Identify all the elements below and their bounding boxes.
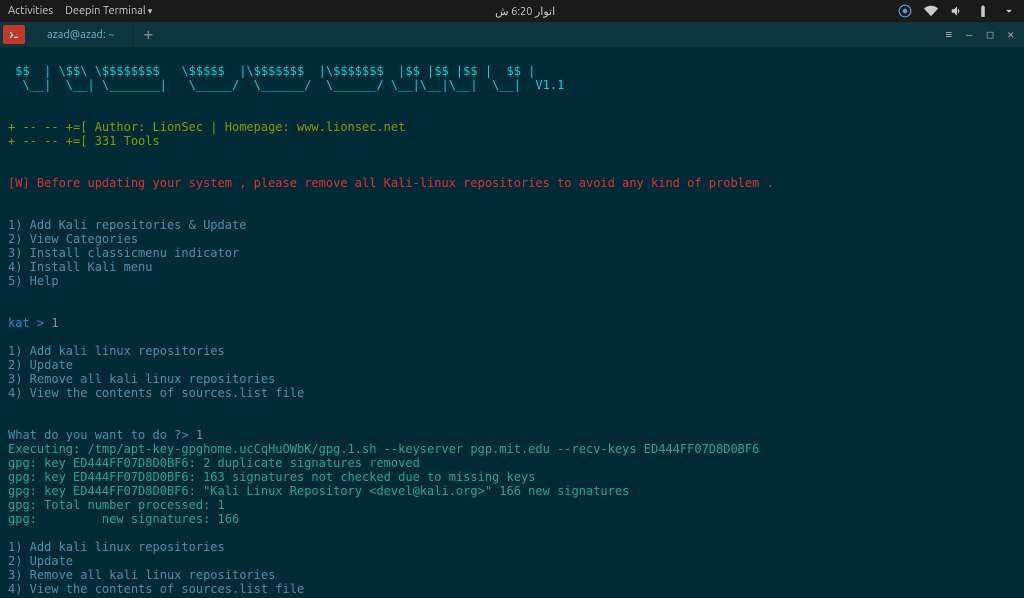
submenu-item: 3) Remove all kali linux repositories — [8, 568, 275, 582]
exec-line: Executing: /tmp/apt-key-gpghome.ucCqHuOW… — [8, 442, 759, 456]
terminal-output[interactable]: $$ | \$$\ \$$$$$$$$ \$$$$$ |\$$$$$$$ |\$… — [0, 48, 1024, 598]
volume-icon[interactable] — [950, 4, 964, 18]
menu-item: 5) Help — [8, 274, 59, 288]
close-button[interactable]: ✕ — [1007, 28, 1014, 41]
submenu-item: 1) Add kali linux repositories — [8, 540, 225, 554]
submenu-item: 2) Update — [8, 358, 73, 372]
menu-icon[interactable]: ≡ — [946, 28, 953, 41]
clock[interactable]: اتوار 6:20 ش — [495, 6, 555, 18]
maximize-button[interactable]: □ — [987, 28, 994, 41]
exec-line: gpg: new signatures: 166 — [8, 512, 239, 526]
exec-line: gpg: Total number processed: 1 — [8, 498, 225, 512]
info-line: + -- -- +=[ Author: LionSec | Homepage: … — [8, 120, 405, 134]
gnome-topbar: Activities Deepin Terminal▾ اتوار 6:20 ش — [0, 0, 1024, 22]
submenu-item: 4) View the contents of sources.list fil… — [8, 386, 304, 400]
minimize-button[interactable]: — — [966, 28, 973, 41]
app-menu[interactable]: Deepin Terminal▾ — [65, 5, 152, 17]
info-line: + -- -- +=[ 331 Tools — [8, 134, 160, 148]
chrome-tray-icon[interactable] — [898, 4, 912, 18]
network-icon[interactable] — [924, 4, 938, 18]
menu-item: 4) Install Kali menu — [8, 260, 153, 274]
prompt-input: 1 — [51, 316, 58, 330]
submenu-item: 1) Add kali linux repositories — [8, 344, 225, 358]
app-menu-label: Deepin Terminal — [65, 5, 146, 17]
exec-line: gpg: key ED444FF07D8D0BF6: "Kali Linux R… — [8, 484, 629, 498]
window-controls: ≡ — □ ✕ — [946, 22, 1024, 47]
menu-item: 2) View Categories — [8, 232, 138, 246]
new-tab-button[interactable]: + — [133, 22, 163, 47]
terminal-app-icon[interactable] — [3, 25, 25, 44]
battery-icon[interactable] — [976, 4, 990, 18]
submenu-item: 3) Remove all kali linux repositories — [8, 372, 275, 386]
power-icon[interactable] — [1002, 4, 1016, 18]
exec-line: gpg: key ED444FF07D8D0BF6: 163 signature… — [8, 470, 535, 484]
warning-line: [W] Before updating your system , please… — [8, 176, 774, 190]
terminal-tabbar: azad@azad: ~ + ≡ — □ ✕ — [0, 22, 1024, 48]
menu-item: 1) Add Kali repositories & Update — [8, 218, 246, 232]
activities-button[interactable]: Activities — [8, 5, 53, 17]
ascii-art-line: \__| \__| \_______| \_____/ \______/ \__… — [8, 78, 564, 92]
prompt-prefix: What do you want to do ?> — [8, 428, 196, 442]
terminal-tab[interactable]: azad@azad: ~ — [29, 22, 133, 47]
prompt-prefix: kat > — [8, 316, 51, 330]
menu-item: 3) Install classicmenu indicator — [8, 246, 239, 260]
submenu-item: 4) View the contents of sources.list fil… — [8, 582, 304, 596]
submenu-item: 2) Update — [8, 554, 73, 568]
exec-line: gpg: key ED444FF07D8D0BF6: 2 duplicate s… — [8, 456, 420, 470]
prompt-input: 1 — [196, 428, 203, 442]
ascii-art-line: $$ | \$$\ \$$$$$$$$ \$$$$$ |\$$$$$$$ |\$… — [8, 64, 535, 78]
tab-title: azad@azad: ~ — [47, 29, 114, 41]
